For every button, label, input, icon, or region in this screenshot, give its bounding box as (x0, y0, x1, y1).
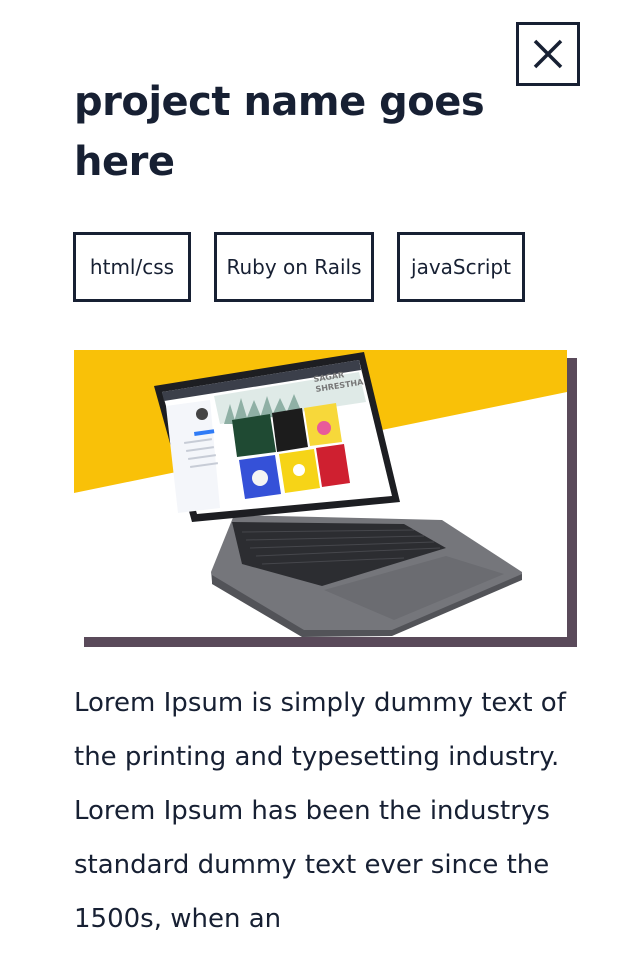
close-icon (533, 39, 563, 69)
tag-html-css: html/css (73, 232, 191, 302)
tag-javascript: javaScript (397, 232, 525, 302)
laptop-illustration: SAGAR SHRESTHA (74, 350, 567, 637)
close-button[interactable] (516, 22, 580, 86)
screenshot-frame: SAGAR SHRESTHA (74, 350, 567, 637)
project-screenshot: SAGAR SHRESTHA (74, 350, 577, 647)
tag-ruby-on-rails: Ruby on Rails (214, 232, 374, 302)
project-description: Lorem Ipsum is simply dummy text of the … (74, 688, 566, 934)
project-title: project name goes here (74, 79, 485, 185)
technology-tags: html/css Ruby on Rails javaScript (73, 232, 525, 302)
